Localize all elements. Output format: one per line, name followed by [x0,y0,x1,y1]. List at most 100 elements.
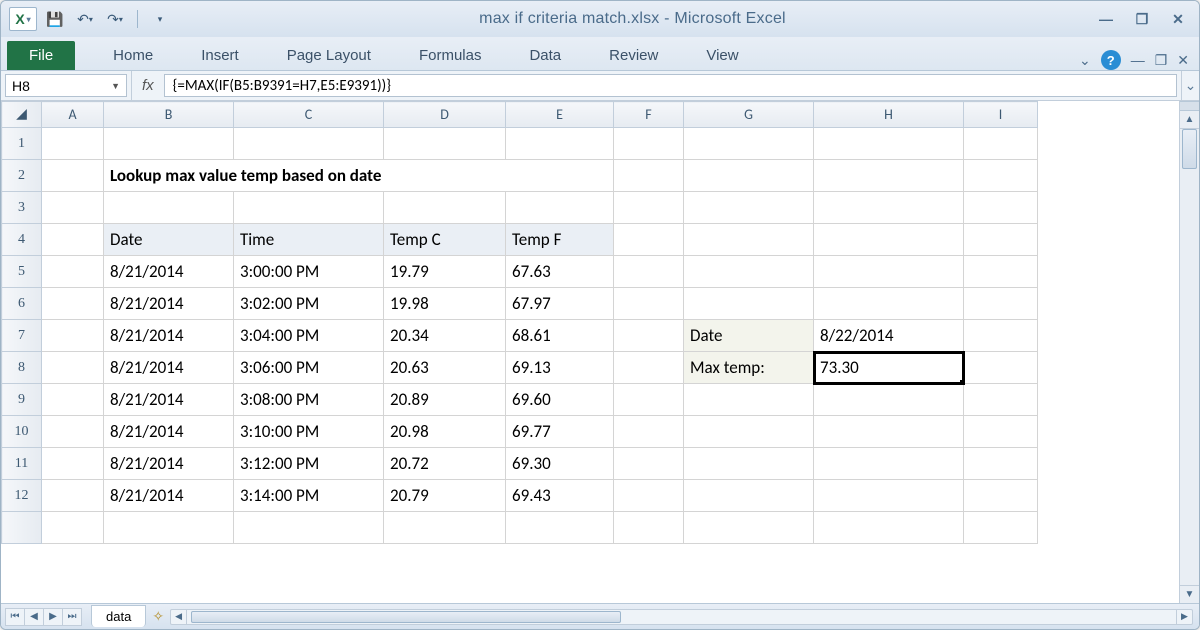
undo-button[interactable]: ↶▾ [73,7,97,31]
fx-label-icon[interactable]: fx [131,71,164,100]
cell[interactable]: 20.98 [384,416,506,448]
close-button[interactable]: ✕ [1165,9,1191,29]
col-header-h[interactable]: H [814,102,964,128]
active-cell[interactable]: 73.30 [814,352,964,384]
cell[interactable]: 68.61 [506,320,614,352]
cell[interactable]: 3:04:00 PM [234,320,384,352]
row-header[interactable]: 8 [2,352,42,384]
app-icon[interactable]: X▾ [9,7,37,31]
cell[interactable]: 69.43 [506,480,614,512]
row-header[interactable]: 4 [2,224,42,256]
col-header-a[interactable]: A [42,102,104,128]
cell[interactable]: 8/21/2014 [104,416,234,448]
cell[interactable]: 8/21/2014 [104,448,234,480]
help-button[interactable]: ? [1101,50,1121,70]
vertical-scrollbar[interactable]: ▲ ▼ [1179,101,1199,603]
row-header[interactable]: 3 [2,192,42,224]
insert-tab[interactable]: Insert [177,41,263,70]
tab-nav-first-icon[interactable]: ⏮ [5,608,25,626]
col-header-g[interactable]: G [684,102,814,128]
col-header-e[interactable]: E [506,102,614,128]
col-header-f[interactable]: F [614,102,684,128]
lookup-date-label[interactable]: Date [684,320,814,352]
table-header-time[interactable]: Time [234,224,384,256]
scroll-down-icon[interactable]: ▼ [1180,585,1199,603]
qat-customize-chevron-icon[interactable]: ▾ [148,7,172,31]
scroll-left-icon[interactable]: ◀ [171,610,187,624]
row-header[interactable]: 12 [2,480,42,512]
formulas-tab[interactable]: Formulas [395,41,506,70]
home-tab[interactable]: Home [89,41,177,70]
cell[interactable]: 8/21/2014 [104,320,234,352]
formula-expand-chevron-icon[interactable]: ⌄ [1181,71,1199,100]
scroll-right-icon[interactable]: ▶ [1176,610,1192,624]
cell[interactable]: 3:14:00 PM [234,480,384,512]
formula-input[interactable]: {=MAX(IF(B5:B9391=H7,E5:E9391))} [164,74,1177,97]
tab-nav-last-icon[interactable]: ⏭ [62,608,82,626]
cell[interactable]: 3:12:00 PM [234,448,384,480]
cell[interactable]: 8/21/2014 [104,480,234,512]
lookup-date-value[interactable]: 8/22/2014 [814,320,964,352]
lookup-max-label[interactable]: Max temp: [684,352,814,384]
split-handle-top[interactable] [1180,101,1199,111]
cell[interactable]: 3:10:00 PM [234,416,384,448]
cell[interactable]: 69.13 [506,352,614,384]
row-header[interactable]: 7 [2,320,42,352]
save-button[interactable]: 💾 [43,7,67,31]
name-box[interactable]: H8 ▼ [5,74,127,97]
doc-close-button[interactable]: ✕ [1177,52,1189,69]
horizontal-scrollbar[interactable]: ◀ ▶ [170,609,1193,625]
table-header-date[interactable]: Date [104,224,234,256]
cell[interactable]: 8/21/2014 [104,384,234,416]
vscroll-thumb[interactable] [1182,129,1197,169]
heading-cell[interactable]: Lookup max value temp based on date [104,160,614,192]
cell[interactable]: 67.97 [506,288,614,320]
review-tab[interactable]: Review [585,41,682,70]
restore-button[interactable]: ❐ [1129,9,1155,29]
name-box-chevron-icon[interactable]: ▼ [111,81,120,91]
cell[interactable]: 69.77 [506,416,614,448]
minimize-button[interactable]: — [1093,9,1119,29]
doc-restore-button[interactable]: ❐ [1155,52,1168,69]
hscroll-thumb[interactable] [191,611,621,623]
cell[interactable]: 19.79 [384,256,506,288]
tab-nav-prev-icon[interactable]: ◀ [24,608,44,626]
page-layout-tab[interactable]: Page Layout [263,41,395,70]
row-header[interactable]: 11 [2,448,42,480]
col-header-d[interactable]: D [384,102,506,128]
row-header[interactable]: 5 [2,256,42,288]
vscroll-track[interactable] [1180,129,1199,585]
cell[interactable]: 3:08:00 PM [234,384,384,416]
cell[interactable]: 3:02:00 PM [234,288,384,320]
cell[interactable]: 8/21/2014 [104,256,234,288]
worksheet-grid[interactable]: ◢ A B C D E F G H I 1 2 Lookup max value … [1,101,1179,603]
row-header[interactable]: 10 [2,416,42,448]
tab-nav-next-icon[interactable]: ▶ [43,608,63,626]
cell[interactable]: 69.30 [506,448,614,480]
table-header-tempf[interactable]: Temp F [506,224,614,256]
row-header[interactable]: 9 [2,384,42,416]
cell[interactable]: 20.72 [384,448,506,480]
select-all-corner[interactable]: ◢ [2,102,42,128]
row-header[interactable] [2,512,42,544]
row-header[interactable]: 2 [2,160,42,192]
row-header[interactable]: 6 [2,288,42,320]
cell[interactable]: 3:06:00 PM [234,352,384,384]
cell[interactable]: 69.60 [506,384,614,416]
scroll-up-icon[interactable]: ▲ [1180,111,1199,129]
new-sheet-icon[interactable]: ✧ [152,608,164,625]
ribbon-min-chevron-icon[interactable]: ⌄ [1079,52,1091,69]
data-tab[interactable]: Data [505,41,585,70]
cell[interactable]: 20.79 [384,480,506,512]
col-header-i[interactable]: I [964,102,1038,128]
col-header-b[interactable]: B [104,102,234,128]
table-header-tempc[interactable]: Temp C [384,224,506,256]
view-tab[interactable]: View [682,41,762,70]
col-header-c[interactable]: C [234,102,384,128]
row-header[interactable]: 1 [2,128,42,160]
file-tab[interactable]: File [7,41,75,70]
sheet-tab-data[interactable]: data [91,605,146,627]
cell[interactable]: 8/21/2014 [104,288,234,320]
cell[interactable]: 19.98 [384,288,506,320]
cell[interactable]: 20.34 [384,320,506,352]
